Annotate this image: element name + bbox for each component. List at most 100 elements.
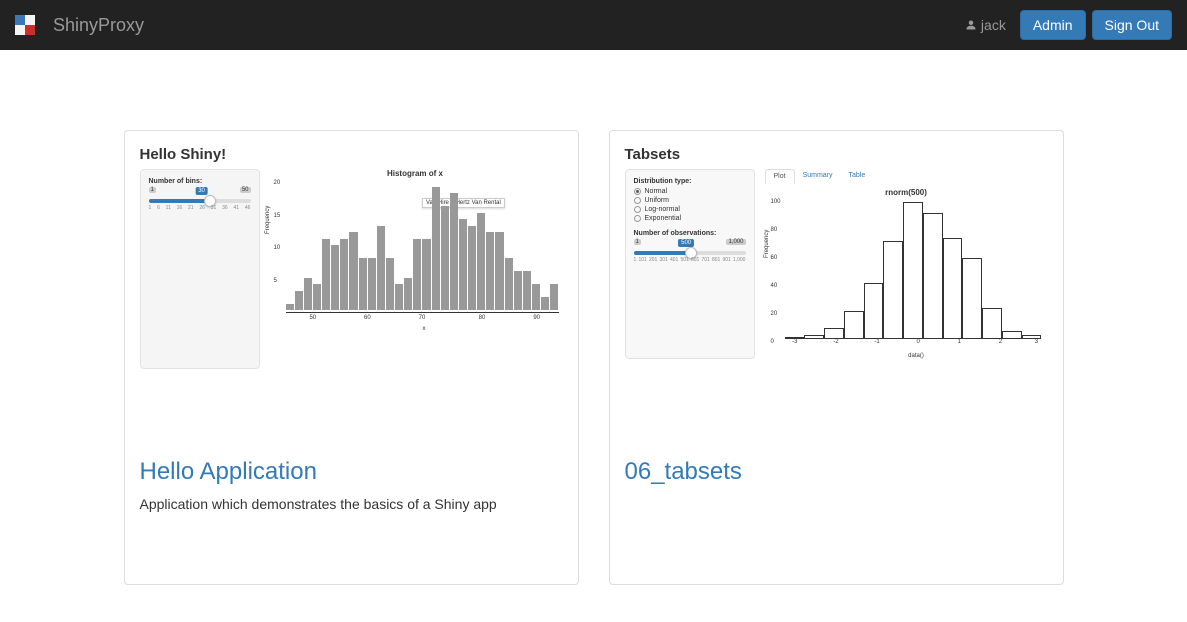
radio-dot-icon [634,188,641,195]
slider-tick: 801 [712,257,720,263]
obs-label: Number of observations: [634,230,746,237]
dist-label: Distribution type: [634,178,746,185]
histogram-bar [322,239,330,311]
slider-tick: 11 [166,205,171,211]
y-axis-label: Frequency [265,206,271,234]
radio-dot-icon [634,215,641,222]
admin-button[interactable]: Admin [1020,10,1086,40]
histogram-bar [523,271,531,310]
radio-uniform[interactable]: Uniform [634,197,746,204]
card-title-link[interactable]: Hello Application [140,458,563,486]
signout-button[interactable]: Sign Out [1092,10,1172,40]
radio-label: Log-normal [645,206,680,213]
slider-tick: 501 [680,257,688,263]
x-tick: 70 [419,315,426,321]
histogram-bar [395,284,403,310]
radio-dot-icon [634,197,641,204]
histogram-bar [368,258,376,310]
obs-slider[interactable]: 1 500 1,000 1101201301401501601701801901… [634,241,746,263]
x-tick: 2 [999,339,1002,345]
tab-table[interactable]: Table [841,169,874,184]
app-card-row: Hello Shiny! Number of bins: 1 30 50 161… [124,130,1064,585]
tab-summary[interactable]: Summary [795,169,841,184]
histogram-bar [550,284,558,310]
plot-title: rnorm(500) [765,188,1048,197]
histogram-bar [340,239,348,311]
x-tick: 50 [309,315,316,321]
navbar: ShinyProxy jack Admin Sign Out [0,0,1187,50]
slider-value-badge: 30 [195,187,208,195]
slider-panel: Number of bins: 1 30 50 1611162126313641… [140,169,260,369]
histogram-bar [377,226,385,311]
slider-tick: 101 [638,257,646,263]
sidebar-panel: Distribution type: Normal Uniform Log-norm… [625,169,755,359]
x-tick: 3 [1035,339,1038,345]
histogram-bar [441,206,449,310]
slider-tick: 1 [634,257,637,263]
slider-min: 1 [634,239,641,245]
histogram-bar [903,202,923,339]
preview-hello: Hello Shiny! Number of bins: 1 30 50 161… [140,146,563,446]
y-tick: 40 [771,283,778,289]
histogram-bar [486,232,494,310]
card-description: Application which demonstrates the basic… [140,496,563,512]
histogram-bar [386,258,394,310]
card-title-link[interactable]: 06_tabsets [625,458,1048,486]
brand-link[interactable]: ShinyProxy [53,15,144,36]
y-tick: 0 [771,339,774,345]
histogram-bar [331,245,339,310]
tabset: PlotSummaryTable [765,169,1048,184]
histogram-bar [505,258,513,310]
x-tick: 80 [479,315,486,321]
histogram-bar [962,258,982,339]
histogram-bar [943,238,963,339]
y-tick: 20 [274,180,281,186]
histogram-plot: Histogram of x Frequency Van Hire – Hert… [268,169,563,369]
slider-tick: 1,000 [733,257,746,263]
x-axis-label: data() [785,353,1048,359]
radio-normal[interactable]: Normal [634,188,746,195]
radio-label: Exponential [645,215,682,222]
histogram-bar [304,278,312,311]
app-card-hello[interactable]: Hello Shiny! Number of bins: 1 30 50 161… [124,130,579,585]
bins-slider[interactable]: 1 30 50 161116212631364146 [149,189,251,211]
slider-tick: 1 [149,205,152,211]
user-name: jack [981,17,1006,33]
histogram-bar [1002,331,1022,339]
histogram-bar [459,219,467,310]
histogram-bar [286,304,294,311]
histogram-bar [432,187,440,311]
card-body: Hello Application Application which demo… [140,446,563,512]
x-tick: 0 [916,339,919,345]
card-body: 06_tabsets [625,446,1048,496]
user-icon [965,19,977,31]
histogram-bar [844,311,864,339]
radio-label: Uniform [645,197,670,204]
histogram-plot: PlotSummaryTable rnorm(500) Frequency 0 2… [765,169,1048,359]
histogram-bar [514,271,522,310]
tab-plot[interactable]: Plot [765,169,795,184]
slider-tick: 701 [701,257,709,263]
slider-value-badge: 500 [678,239,694,247]
y-tick: 10 [274,245,281,251]
navbar-left: ShinyProxy [15,15,144,36]
x-tick: 1 [958,339,961,345]
preview-heading: Tabsets [625,146,1048,163]
histogram-bar [313,284,321,310]
histogram-bar [468,226,476,311]
slider-tick: 401 [670,257,678,263]
slider-tick: 601 [691,257,699,263]
app-card-tabsets[interactable]: Tabsets Distribution type: Normal Uniform… [609,130,1064,585]
slider-tick: 41 [233,205,239,211]
user-display: jack [965,17,1006,33]
slider-label: Number of bins: [149,178,251,185]
radio-exponential[interactable]: Exponential [634,215,746,222]
histogram-bar [923,213,943,339]
slider-tick: 901 [722,257,730,263]
histogram-bar [824,328,844,339]
y-tick: 60 [771,255,778,261]
histogram-bar [359,258,367,310]
radio-log-normal[interactable]: Log-normal [634,206,746,213]
y-tick: 100 [771,199,781,205]
y-axis-label: Frequency [764,230,770,258]
